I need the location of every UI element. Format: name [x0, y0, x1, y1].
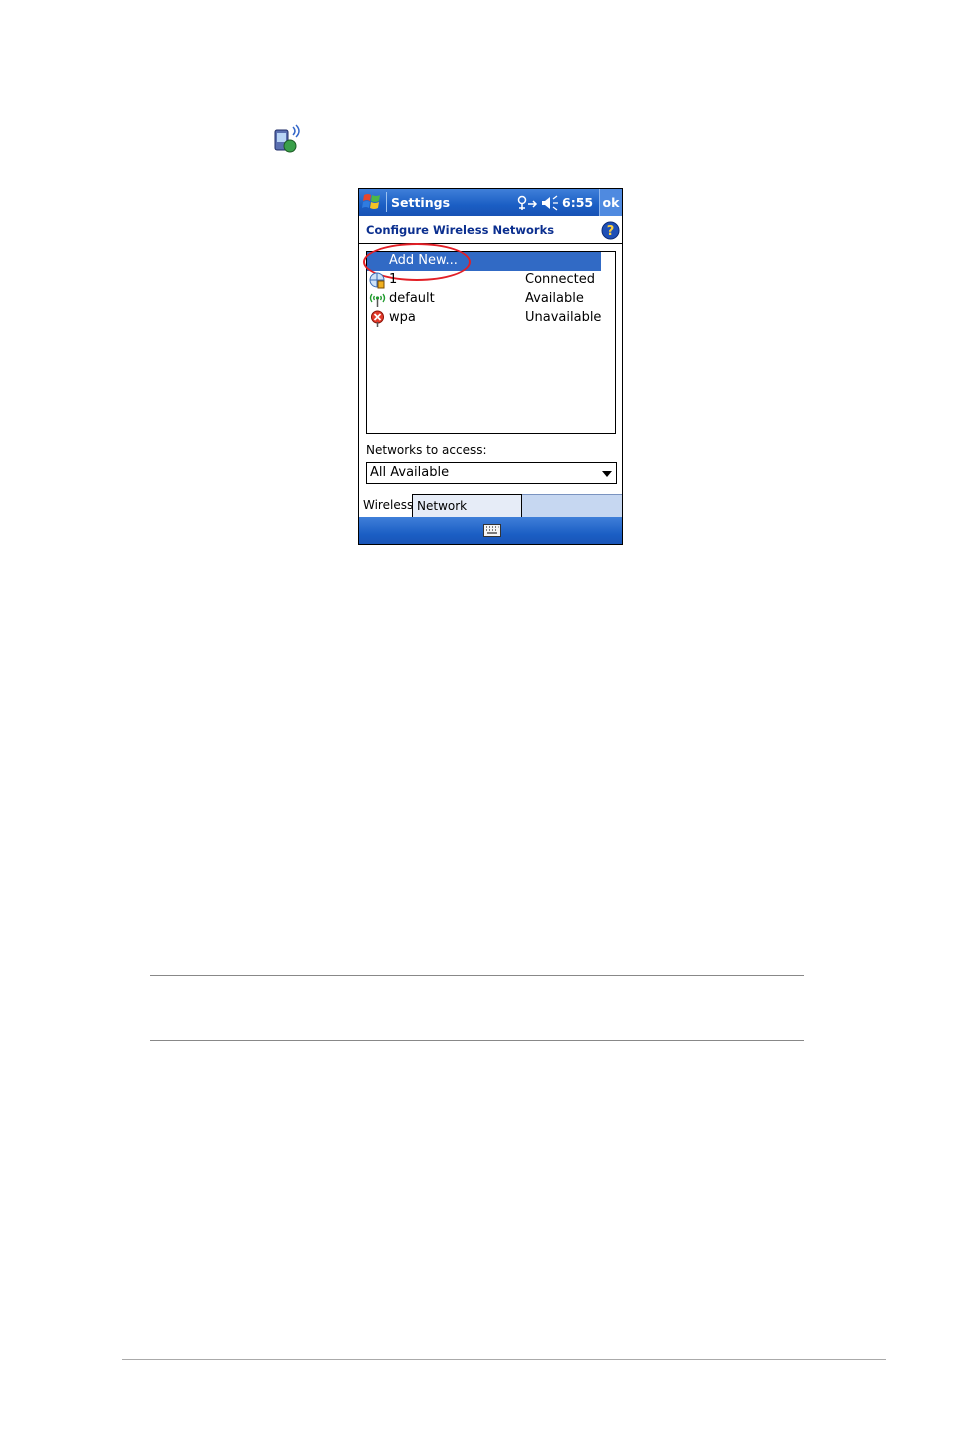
- list-item-add-new[interactable]: Add New...: [363, 243, 601, 281]
- unavailable-network-icon: [371, 310, 384, 327]
- keyboard-icon[interactable]: [483, 524, 501, 537]
- available-network-icon: [369, 293, 386, 307]
- divider: [122, 1359, 886, 1360]
- networks-to-access-label: Networks to access:: [366, 443, 487, 457]
- network-list[interactable]: Add New... 1 Connected default Available: [363, 243, 616, 434]
- tab-network-adapters[interactable]: Network Adapters: [413, 494, 522, 535]
- network-name: default: [389, 291, 435, 306]
- networks-to-access-dropdown[interactable]: All Available: [366, 462, 617, 484]
- help-icon[interactable]: ?: [601, 221, 620, 240]
- network-status: Connected: [525, 272, 596, 287]
- app-title: Settings: [391, 195, 451, 210]
- network-status: Unavailable: [525, 310, 602, 325]
- page-title: Configure Wireless Networks: [366, 223, 555, 237]
- network-name: 1: [389, 272, 398, 287]
- pocket-pc-screen: Settings 6:55 ok Configure Wireless Netw…: [358, 188, 623, 545]
- network-status: Available: [525, 291, 584, 306]
- list-item[interactable]: wpa Unavailable: [367, 309, 615, 328]
- connected-network-icon: [369, 272, 385, 289]
- title-separator: [386, 192, 387, 212]
- network-name: wpa: [389, 310, 416, 325]
- connections-icon: [274, 124, 300, 153]
- ok-button[interactable]: ok: [599, 189, 622, 216]
- dropdown-value: All Available: [370, 465, 450, 480]
- page-header: Configure Wireless Networks ?: [359, 216, 622, 244]
- divider: [150, 975, 804, 976]
- volume-icon[interactable]: [540, 195, 558, 211]
- menu-bar: [359, 517, 622, 544]
- list-item[interactable]: default Available: [367, 290, 615, 309]
- windows-start-icon[interactable]: [361, 191, 383, 213]
- title-bar: Settings 6:55 ok: [359, 189, 622, 216]
- add-new-label: Add New...: [389, 253, 458, 268]
- chevron-down-icon[interactable]: [602, 471, 612, 477]
- connectivity-icon[interactable]: [516, 195, 538, 211]
- list-item[interactable]: 1 Connected: [367, 271, 615, 290]
- tab-strip: Wireless Network Adapters: [359, 494, 622, 535]
- tab-wireless[interactable]: Wireless: [359, 494, 413, 517]
- svg-text:?: ?: [607, 224, 615, 239]
- clock[interactable]: 6:55: [562, 195, 593, 210]
- divider: [150, 1040, 804, 1041]
